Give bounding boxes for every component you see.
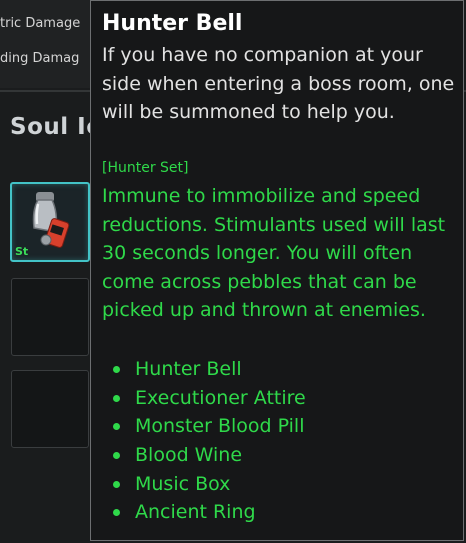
set-item: Ancient Ring: [109, 498, 306, 527]
bullet-icon: [113, 366, 120, 373]
bullet-icon: [113, 452, 120, 460]
set-item-label: Executioner Attire: [135, 386, 306, 409]
set-item: Music Box: [109, 470, 306, 499]
set-item: Blood Wine: [109, 441, 306, 470]
set-item: Executioner Attire: [109, 384, 306, 413]
bullet-icon: [113, 480, 120, 488]
set-bonus-description: Immune to immobilize and speed reduction…: [102, 185, 446, 321]
bullet-icon: [113, 509, 120, 517]
stat-bleeding-damage: ding Damag: [0, 51, 80, 66]
set-item-label: Hunter Bell: [135, 358, 242, 380]
bullet-icon: [113, 423, 120, 431]
section-title: Soul Io: [10, 114, 103, 140]
set-item-label: Monster Blood Pill: [135, 415, 305, 438]
bell-icon: [32, 192, 70, 248]
tooltip-description: If you have no companion at your side wh…: [102, 44, 455, 123]
set-item-label: Music Box: [135, 472, 231, 495]
item-slot-empty[interactable]: [11, 370, 89, 448]
set-item-label: Blood Wine: [135, 444, 243, 467]
item-slot-selected[interactable]: St: [10, 182, 90, 262]
stat-electric-damage: tric Damage: [0, 16, 81, 31]
set-label: [Hunter Set]: [102, 160, 189, 176]
item-slot-empty[interactable]: [11, 278, 89, 356]
tooltip-title: Hunter Bell: [102, 11, 243, 36]
set-items-list: Hunter Bell Executioner Attire Monster B…: [109, 355, 306, 527]
item-tooltip: Hunter Bell If you have no companion at …: [90, 0, 464, 541]
bullet-icon: [113, 394, 120, 402]
slot-badge: St: [15, 245, 29, 258]
set-item-label: Ancient Ring: [135, 501, 256, 524]
set-item: Monster Blood Pill: [109, 412, 306, 441]
set-item: Hunter Bell: [109, 355, 306, 384]
